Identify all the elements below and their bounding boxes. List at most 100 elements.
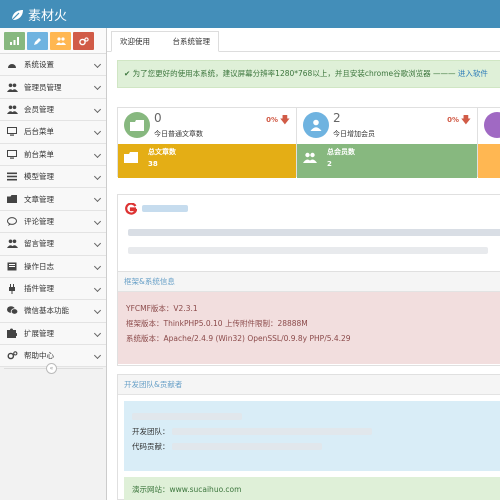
- chevron-down-icon: [93, 128, 102, 136]
- sidebar-item-label: 模型管理: [24, 172, 54, 182]
- sidebar-item-label: 评论管理: [24, 216, 54, 226]
- sidebar-item-label: 插件管理: [24, 284, 54, 294]
- sidebar-item[interactable]: 会员管理: [0, 98, 106, 122]
- sidebar-item-label: 系统设置: [24, 60, 54, 70]
- brand-title: 素材火: [28, 9, 68, 24]
- dashboard-icon: [6, 60, 18, 70]
- sidebar-item-label: 扩展管理: [24, 328, 54, 338]
- cogs-shortcut-button[interactable]: [73, 32, 94, 50]
- demo-body: 演示网站：www.sucaihuo.com: [124, 477, 500, 500]
- sidebar-item[interactable]: 扩展管理: [0, 322, 106, 346]
- arrow-down-icon: 🡇: [460, 115, 471, 126]
- chevron-down-icon: [93, 329, 102, 337]
- stat-card-articles: 0 今日普通文章数 0% 🡇 总文章数 38: [117, 107, 297, 178]
- sidebar-shortcuts: [0, 28, 106, 54]
- folder-open-icon: [124, 152, 138, 163]
- users-shortcut-button[interactable]: [50, 32, 71, 50]
- stat-total-title: 总文章数: [148, 148, 176, 156]
- sidebar-item-label: 会员管理: [24, 104, 54, 114]
- chevron-down-icon: [93, 172, 102, 180]
- stat-total-value: 38: [148, 160, 158, 168]
- folder-icon: [6, 194, 18, 204]
- sidebar-item-label: 帮助中心: [24, 351, 54, 361]
- sidebar-item[interactable]: 操作日志: [0, 255, 106, 278]
- leaf-icon: [11, 9, 23, 20]
- sidebar-item-label: 操作日志: [24, 261, 54, 271]
- chevron-down-icon: [93, 60, 102, 69]
- desktop-icon: [6, 149, 18, 159]
- main-content: ✔ 为了您更好的使用本系统，建议屏幕分辨率1280*768以上，并且安装chro…: [107, 52, 500, 500]
- sidebar-item[interactable]: 后台菜单: [0, 121, 106, 144]
- stat-card-members: 2 今日增加会员 0% 🡇 总会员数 2: [296, 107, 478, 178]
- plug-icon: [6, 283, 18, 294]
- notice-text: 为了您更好的使用本系统，建议屏幕分辨率1280*768以上，并且安装chrome…: [132, 69, 456, 78]
- notice-link[interactable]: 进入软件: [458, 69, 488, 78]
- stat-percent: 0%: [447, 116, 459, 124]
- system-info-panel: 框架&系统信息 YFCMF版本：V2.3.1 框架版本：ThinkPHP5.0.…: [117, 271, 500, 366]
- sidebar-item[interactable]: 系统设置: [0, 54, 106, 77]
- users-icon: [303, 152, 317, 163]
- stat-circle: [484, 112, 500, 138]
- team-panel: 开发团队&贡献者 开发团队： 代码贡献： 演示网站：www.sucaihuo.c…: [117, 374, 500, 500]
- desktop-icon: [6, 127, 18, 137]
- pencil-shortcut-button[interactable]: [27, 32, 48, 50]
- panel-title: 框架&系统信息: [118, 272, 500, 292]
- sidebar-item-label: 留言管理: [24, 239, 54, 249]
- pencil-icon: [34, 37, 41, 45]
- users-icon: [6, 239, 18, 249]
- team-label: 开发团队：: [132, 427, 170, 436]
- sidebar-item-label: 文章管理: [24, 194, 54, 204]
- comment-icon: [6, 216, 18, 226]
- chevron-down-icon: [93, 284, 102, 292]
- users-icon: [55, 37, 66, 45]
- sidebar-item[interactable]: 文章管理: [0, 188, 106, 211]
- sidebar-collapse[interactable]: «: [0, 362, 107, 374]
- sidebar-item[interactable]: 微信基本功能: [0, 300, 106, 323]
- chart-shortcut-button[interactable]: [4, 32, 25, 50]
- system-info-line: 系统版本：Apache/2.4.9 (Win32) OpenSSL/0.9.8y…: [126, 334, 351, 343]
- folder-icon: [130, 119, 144, 131]
- book-icon: [6, 261, 18, 271]
- sidebar-item[interactable]: 模型管理: [0, 165, 106, 189]
- logo-g-icon: [125, 203, 137, 215]
- stats-row: 0 今日普通文章数 0% 🡇 总文章数 38 2 今日增加会员 0% 🡇 总会员…: [117, 107, 500, 178]
- chevron-down-icon: [93, 105, 102, 113]
- sidebar-item-label: 后台菜单: [24, 127, 54, 137]
- chart-icon: [10, 37, 19, 45]
- tab-bar: 欢迎使用 台系统管理: [107, 28, 500, 52]
- stat-number: 0: [154, 111, 162, 125]
- sidebar-nav: 系统设置管理员管理会员管理后台菜单前台菜单模型管理文章管理评论管理留言管理操作日…: [0, 54, 106, 368]
- tab-welcome[interactable]: 欢迎使用 台系统管理: [111, 31, 219, 52]
- stat-label: 今日普通文章数: [154, 130, 203, 138]
- chevron-down-icon: [93, 150, 102, 158]
- system-info-line: 框架版本：ThinkPHP5.0.10 上传附件限制：28888M: [126, 319, 308, 328]
- cogs-icon: [78, 36, 89, 45]
- brand[interactable]: 素材火: [10, 5, 67, 24]
- system-info-line: YFCMF版本：V2.3.1: [126, 304, 198, 313]
- chevron-down-icon: [93, 307, 102, 315]
- users-icon: [6, 104, 18, 114]
- sidebar-item-label: 微信基本功能: [24, 306, 69, 316]
- team-body: 开发团队： 代码贡献：: [124, 401, 500, 471]
- puzzle-icon: [6, 328, 18, 339]
- chevron-down-icon: [93, 217, 102, 225]
- stat-total-bar: [478, 144, 500, 178]
- stat-label: 今日增加会员: [333, 130, 375, 138]
- top-navbar: 素材火: [0, 0, 500, 28]
- stat-total-value: 2: [327, 160, 332, 168]
- arrow-down-icon: 🡇: [279, 115, 290, 126]
- stat-total-title: 总会员数: [327, 148, 355, 156]
- double-chevron-left-icon[interactable]: «: [46, 363, 57, 374]
- chevron-down-icon: [93, 195, 102, 203]
- sidebar-item[interactable]: 管理员管理: [0, 76, 106, 99]
- sidebar-item[interactable]: 留言管理: [0, 233, 106, 256]
- stat-total-bar: 总文章数 38: [118, 144, 296, 178]
- stat-total-bar: 总会员数 2: [297, 144, 477, 178]
- sidebar-item[interactable]: 评论管理: [0, 210, 106, 234]
- sidebar: 系统设置管理员管理会员管理后台菜单前台菜单模型管理文章管理评论管理留言管理操作日…: [0, 28, 107, 500]
- sidebar-item-label: 前台菜单: [24, 149, 54, 159]
- user-icon: [310, 119, 322, 131]
- stat-card-third: [477, 107, 500, 178]
- sidebar-item[interactable]: 插件管理: [0, 277, 106, 301]
- sidebar-item[interactable]: 前台菜单: [0, 143, 106, 166]
